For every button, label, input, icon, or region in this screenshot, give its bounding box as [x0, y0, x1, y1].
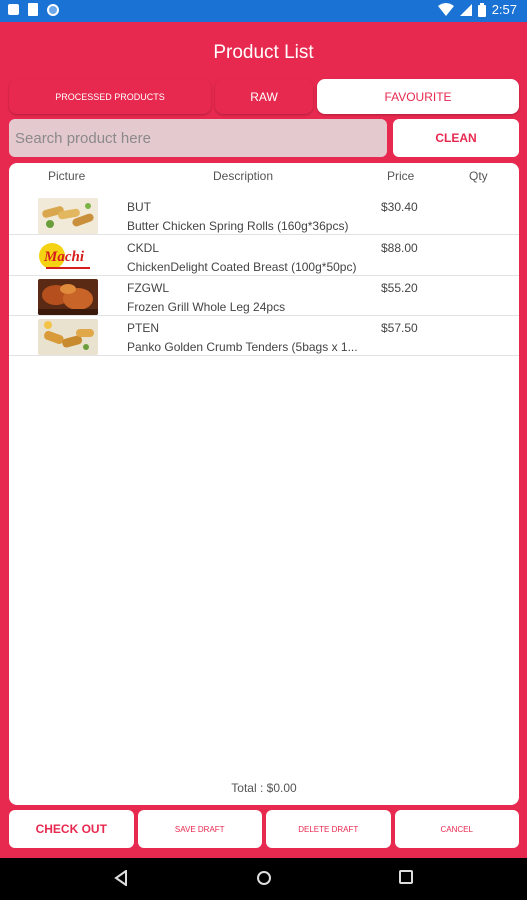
product-price: $30.40 — [381, 200, 418, 214]
tenders-image — [38, 319, 98, 355]
sync-icon — [47, 3, 59, 16]
header-price: Price — [387, 169, 415, 183]
product-code: PTEN — [127, 321, 160, 335]
app-bar: Product List — [0, 22, 527, 80]
table-row[interactable]: FZGWL Frozen Grill Whole Leg 24pcs $55.2… — [9, 276, 519, 316]
search-input[interactable] — [15, 129, 381, 147]
order-total: Total : $0.00 — [231, 781, 297, 795]
status-bar: 2:57 — [0, 0, 527, 22]
table-row[interactable]: PTEN Panko Golden Crumb Tenders (5bags x… — [9, 316, 519, 356]
product-description: Butter Chicken Spring Rolls (160g*36pcs) — [127, 219, 349, 233]
back-icon[interactable] — [114, 870, 128, 886]
header-picture: Picture — [48, 169, 86, 183]
battery-icon — [477, 2, 486, 17]
tab-processed-products[interactable]: PROCESSED PRODUCTS — [9, 79, 211, 114]
grilled-leg-image — [38, 279, 98, 315]
table-row[interactable]: Machi CKDL ChickenDelight Coated Breast … — [9, 236, 519, 276]
system-nav-bar — [0, 858, 527, 900]
header-description: Description — [213, 169, 274, 183]
spring-rolls-image — [38, 198, 98, 234]
notification-icon — [8, 4, 19, 15]
product-table: Picture Description Price Qty BUT Butter… — [9, 163, 519, 805]
machi-logo-text: Machi — [43, 249, 85, 265]
page-title: Product List — [213, 42, 314, 63]
product-price: $55.20 — [381, 281, 418, 295]
save-draft-button[interactable]: SAVE DRAFT — [137, 810, 262, 848]
header-qty: Qty — [469, 169, 488, 183]
product-description: Frozen Grill Whole Leg 24pcs — [127, 300, 286, 314]
table-row[interactable]: BUT Butter Chicken Spring Rolls (160g*36… — [9, 195, 519, 235]
action-buttons: CHECK OUT SAVE DRAFT DELETE DRAFT CANCEL — [9, 810, 519, 848]
product-code: CKDL — [127, 241, 160, 255]
product-price: $57.50 — [381, 321, 418, 335]
category-tabs: PROCESSED PRODUCTS RAW FAVOURITE — [9, 79, 519, 114]
product-code: FZGWL — [127, 281, 169, 295]
status-time: 2:57 — [491, 2, 517, 17]
product-description: ChickenDelight Coated Breast (100g*50pc) — [127, 260, 357, 274]
sd-card-icon — [28, 3, 38, 16]
cancel-button[interactable]: CANCEL — [394, 810, 519, 848]
search-box — [9, 119, 387, 157]
clean-button[interactable]: CLEAN — [393, 119, 519, 157]
product-price: $88.00 — [381, 241, 418, 255]
tab-raw[interactable]: RAW — [215, 79, 313, 114]
delete-draft-button[interactable]: DELETE DRAFT — [266, 810, 391, 848]
product-code: BUT — [127, 200, 151, 214]
checkout-button[interactable]: CHECK OUT — [9, 810, 134, 848]
product-description: Panko Golden Crumb Tenders (5bags x 1... — [127, 340, 358, 354]
machi-logo-image: Machi — [38, 239, 98, 275]
tab-favourite[interactable]: FAVOURITE — [317, 79, 519, 114]
table-header: Picture Description Price Qty — [9, 169, 519, 187]
signal-icon — [459, 3, 472, 16]
home-icon[interactable] — [256, 870, 272, 886]
recents-icon[interactable] — [399, 870, 413, 884]
wifi-icon — [437, 2, 454, 16]
